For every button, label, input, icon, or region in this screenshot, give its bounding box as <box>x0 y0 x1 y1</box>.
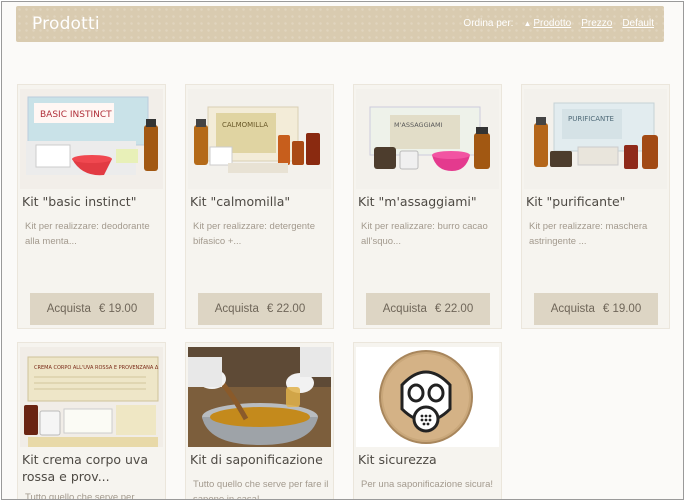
sort-by-product-link[interactable]: ▲ Prodotto <box>523 18 571 29</box>
product-description: Tutto quello che serve per fare il sapon… <box>193 479 329 500</box>
product-image-massaggiami[interactable]: M'ASSAGGIAMI <box>356 89 499 189</box>
product-card: PURIFICANTE Kit "purificante" Kit per re… <box>521 84 670 329</box>
sort-by-price-link[interactable]: Prezzo <box>581 18 612 29</box>
buy-button-label: Acquista <box>550 303 595 315</box>
box-label-text: M'ASSAGGIAMI <box>394 121 443 129</box>
buy-button-label: Acquista <box>46 303 91 315</box>
products-header: Prodotti Ordina per: ▲ Prodotto Prezzo De… <box>16 6 664 42</box>
sort-ascending-icon: ▲ <box>523 19 532 28</box>
product-image-basic-instinct[interactable]: BASIC INSTINCT <box>20 89 163 189</box>
product-name[interactable]: Kit "basic instinct" <box>22 193 164 210</box>
product-price: € 19.00 <box>98 303 138 315</box>
product-price: € 22.00 <box>434 303 474 315</box>
product-card: CREMA CORPO ALL'UVA ROSSA E PROVENZANA Δ… <box>17 342 166 500</box>
product-image-sicurezza[interactable] <box>356 347 499 447</box>
product-image-purificante[interactable]: PURIFICANTE <box>524 89 667 189</box>
product-name[interactable]: Kit "purificante" <box>526 193 668 210</box>
box-label-text: BASIC INSTINCT <box>40 110 112 120</box>
sort-controls: Ordina per: ▲ Prodotto Prezzo Default <box>463 18 654 29</box>
product-description: Kit per realizzare: deodorante alla ment… <box>25 221 150 247</box>
product-description: Kit per realizzare: maschera astringente… <box>529 221 648 247</box>
buy-button[interactable]: Acquista € 19.00 <box>30 293 154 325</box>
sort-default-link[interactable]: Default <box>622 18 654 29</box>
product-card: M'ASSAGGIAMI Kit "m'assaggiami" Kit per … <box>353 84 502 329</box>
buy-button[interactable]: Acquista € 22.00 <box>198 293 322 325</box>
product-card: BASIC INSTINCT Kit "basic instinct" Kit … <box>17 84 166 329</box>
box-label-text: CALMOMILLA <box>222 121 268 129</box>
product-name[interactable]: Kit di saponificazione <box>190 451 332 468</box>
buy-button-label: Acquista <box>382 303 427 315</box>
sort-label: Ordina per: <box>463 18 514 29</box>
box-label-text: CREMA CORPO ALL'UVA ROSSA E PROVENZANA Δ <box>34 365 159 371</box>
product-card: Kit di saponificazione Tutto quello che … <box>185 342 334 500</box>
product-description: Per una saponificazione sicura! <box>361 479 494 490</box>
page-title: Prodotti <box>32 14 100 34</box>
buy-button[interactable]: Acquista € 22.00 <box>366 293 490 325</box>
product-image-saponificazione[interactable] <box>188 347 331 447</box>
buy-button[interactable]: Acquista € 19.00 <box>534 293 658 325</box>
box-label-text: PURIFICANTE <box>568 115 614 123</box>
product-name[interactable]: Kit "calmomilla" <box>190 193 332 210</box>
product-description: Kit per realizzare: burro cacao all’squo… <box>361 221 488 247</box>
product-description: Kit per realizzare: detergente bifasico … <box>193 221 315 247</box>
product-card: Kit sicurezza Per una saponificazione si… <box>353 342 502 499</box>
sort-by-product-label[interactable]: Prodotto <box>533 18 571 29</box>
product-name[interactable]: Kit "m'assaggiami" <box>358 193 500 210</box>
product-card: CALMOMILLA Kit "calmomilla" Kit per real… <box>185 84 334 329</box>
product-name[interactable]: Kit crema corpo uva rossa e prov... <box>22 451 164 485</box>
buy-button-label: Acquista <box>214 303 259 315</box>
product-price: € 22.00 <box>266 303 306 315</box>
product-image-calmomilla[interactable]: CALMOMILLA <box>188 89 331 189</box>
page-frame: Prodotti Ordina per: ▲ Prodotto Prezzo De… <box>1 1 684 500</box>
product-price: € 19.00 <box>602 303 642 315</box>
product-description: Tutto quello che serve per <box>25 492 135 500</box>
product-name[interactable]: Kit sicurezza <box>358 451 500 468</box>
product-image-crema-corpo[interactable]: CREMA CORPO ALL'UVA ROSSA E PROVENZANA Δ <box>20 347 163 447</box>
